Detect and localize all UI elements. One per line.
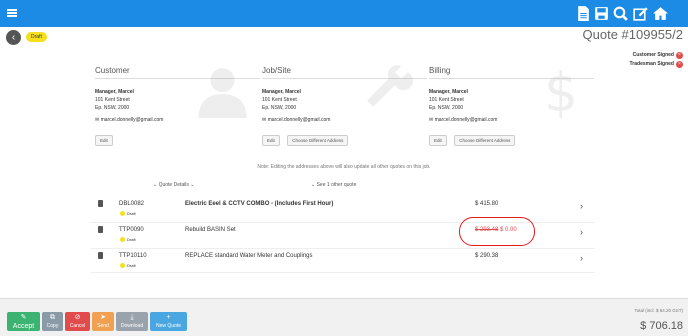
total-amount: $ 706.18 [640, 320, 683, 332]
edit-icon: ✎ [20, 314, 27, 321]
status-badge: Draft [120, 237, 136, 243]
item-price: $ 415.80 [475, 201, 499, 207]
chevron-right-icon[interactable]: › [580, 227, 583, 237]
choose-address-button[interactable]: Choose Different Address [287, 135, 349, 146]
cancel-button[interactable]: ⊘ Cancel [65, 312, 90, 331]
svg-text:$: $ [544, 63, 578, 118]
new-quote-button[interactable]: + New Quote [150, 312, 187, 331]
edit-button[interactable]: Edit [95, 135, 113, 146]
customer-panel: Customer Manager, Marcel 101 Kent Street… [95, 66, 260, 148]
quote-details-toggle[interactable]: ⌄ Quote Details ⌄ [153, 182, 194, 188]
back-button[interactable]: ‹ [6, 30, 21, 45]
status-badge: Draft [26, 32, 47, 42]
document-icon [98, 200, 103, 207]
document-icon[interactable] [575, 5, 592, 22]
billing-panel: Billing $ Manager, Marcel 101 Kent Stree… [429, 63, 594, 148]
dollar-icon: $ [544, 63, 578, 118]
plus-icon: + [166, 314, 171, 321]
choose-address-button[interactable]: Choose Different Address [454, 135, 516, 146]
download-icon: ⤓ [130, 314, 134, 321]
other-quotes-toggle[interactable]: ⌄ See 1 other quote [311, 182, 356, 188]
item-description: Rebuild BASIN Set [185, 227, 236, 233]
tradesman-signed-label: Tradesman Signed [629, 61, 674, 67]
item-description: Electric Eeel & CCTV COMBO - (Includes F… [185, 201, 334, 207]
save-icon[interactable] [593, 5, 610, 22]
copy-icon: ⧉ [50, 314, 55, 321]
page-title: Quote #109955/2 [582, 27, 683, 42]
accept-button[interactable]: ✎ Accept [7, 312, 40, 331]
hamburger-icon[interactable] [7, 9, 17, 17]
document-icon [98, 226, 103, 233]
send-icon: ➤ [100, 314, 106, 321]
item-code: DBL0082 [119, 201, 145, 207]
item-description: REPLACE standard Water Meter and Couplin… [185, 253, 313, 259]
table-row[interactable]: TTP10110 Draft REPLACE standard Water Me… [90, 249, 595, 273]
total-label: Total (incl. $ 64.20 GST) [634, 308, 683, 313]
item-code: TTP10110 [119, 253, 147, 259]
edit-icon[interactable] [632, 5, 649, 22]
chevron-right-icon[interactable]: › [580, 253, 583, 263]
chevron-right-icon[interactable]: › [580, 201, 583, 211]
wrench-icon [367, 65, 413, 107]
close-icon[interactable]: × [676, 61, 683, 68]
top-navbar [0, 0, 688, 27]
email: ✉ marcel.donnelly@gmail.com [262, 117, 331, 123]
download-button[interactable]: ⤓ Download [116, 312, 148, 331]
cancel-icon: ⊘ [74, 314, 81, 321]
status-badge: Draft [120, 263, 136, 269]
copy-button[interactable]: ⧉ Copy [42, 312, 63, 331]
search-icon[interactable] [612, 5, 629, 22]
send-button[interactable]: ➤ Send [92, 312, 114, 331]
home-icon[interactable] [652, 5, 669, 22]
status-badge: Draft [120, 211, 136, 217]
person-icon [198, 68, 247, 118]
item-price: $ 290.38 [475, 253, 499, 259]
edit-button[interactable]: Edit [429, 135, 447, 146]
highlight-annotation [459, 217, 535, 246]
close-icon[interactable]: × [676, 52, 683, 59]
item-code: TTP0090 [119, 227, 144, 233]
address-note: Note: Editing the addresses above will a… [257, 164, 431, 170]
customer-signed-label: Customer Signed [632, 52, 674, 58]
edit-button[interactable]: Edit [262, 135, 280, 146]
jobsite-panel: Job/Site Manager, Marcel 101 Kent Street… [262, 65, 427, 148]
document-icon [98, 252, 103, 259]
